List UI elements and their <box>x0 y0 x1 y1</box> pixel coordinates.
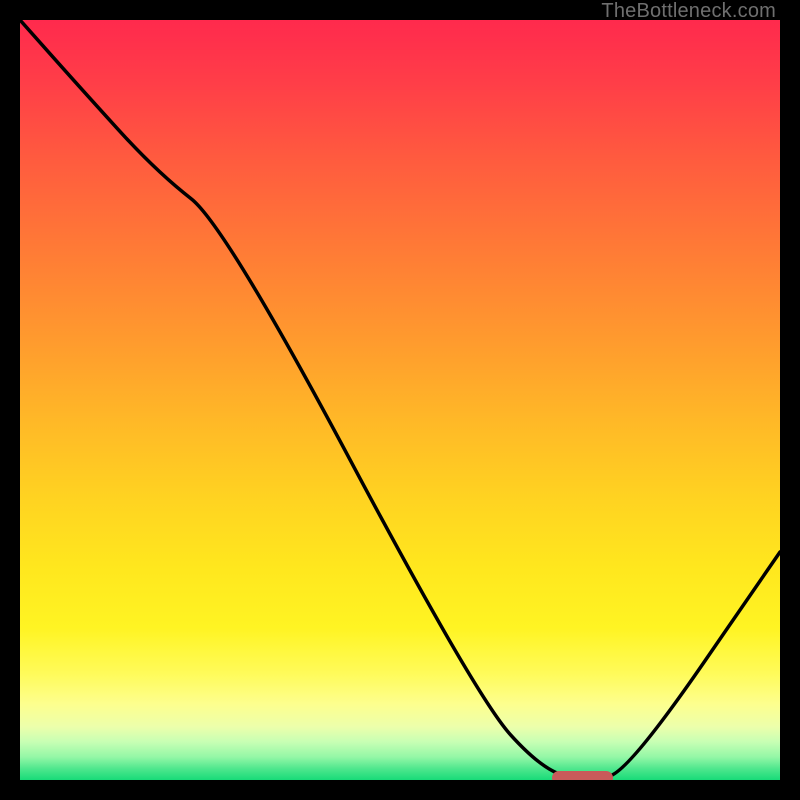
frame-border-right <box>780 0 800 800</box>
bottleneck-curve <box>20 20 780 780</box>
plot-area <box>20 20 780 780</box>
frame-border-left <box>0 0 20 800</box>
curve-path <box>20 20 780 778</box>
watermark-text: TheBottleneck.com <box>601 0 776 23</box>
chart-frame: TheBottleneck.com <box>0 0 800 800</box>
frame-border-bottom <box>0 780 800 800</box>
